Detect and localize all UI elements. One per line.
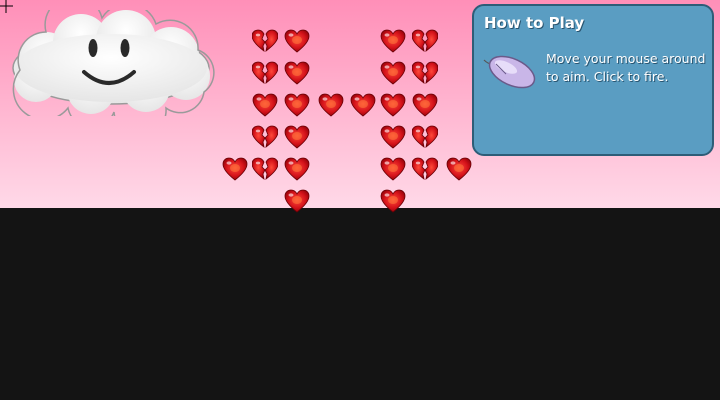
heart-target[interactable]: [380, 124, 406, 150]
heart-target[interactable]: [380, 188, 406, 214]
broken-heart-target[interactable]: [412, 28, 438, 54]
ground-area: [0, 208, 720, 400]
smiley-cloud[interactable]: [6, 10, 216, 116]
cloud-right-eye: [120, 39, 130, 57]
heart-target[interactable]: [284, 188, 310, 214]
panel-title: How to Play: [484, 14, 585, 32]
heart-target[interactable]: [284, 92, 310, 118]
broken-heart-target[interactable]: [252, 28, 278, 54]
broken-heart-target[interactable]: [412, 124, 438, 150]
heart-target[interactable]: [350, 92, 376, 118]
heart-target[interactable]: [446, 156, 472, 182]
broken-heart-target[interactable]: [252, 60, 278, 86]
heart-target[interactable]: [284, 124, 310, 150]
panel-instructions: Move your mouse around to aim. Click to …: [546, 51, 706, 84]
computer-mouse-icon: [483, 55, 536, 89]
how-to-play-panel: How to Play Move your mouse around to ai…: [472, 4, 714, 156]
heart-target[interactable]: [380, 156, 406, 182]
heart-target[interactable]: [380, 60, 406, 86]
heart-target[interactable]: [284, 156, 310, 182]
heart-target[interactable]: [380, 92, 406, 118]
broken-heart-target[interactable]: [412, 60, 438, 86]
broken-heart-target[interactable]: [252, 124, 278, 150]
cloud-left-eye: [88, 39, 98, 57]
broken-heart-target[interactable]: [412, 156, 438, 182]
broken-heart-target[interactable]: [252, 156, 278, 182]
heart-target[interactable]: [252, 92, 278, 118]
heart-target[interactable]: [284, 60, 310, 86]
heart-target[interactable]: [412, 92, 438, 118]
heart-target[interactable]: [284, 28, 310, 54]
heart-target[interactable]: [318, 92, 344, 118]
heart-target[interactable]: [380, 28, 406, 54]
heart-target[interactable]: [222, 156, 248, 182]
